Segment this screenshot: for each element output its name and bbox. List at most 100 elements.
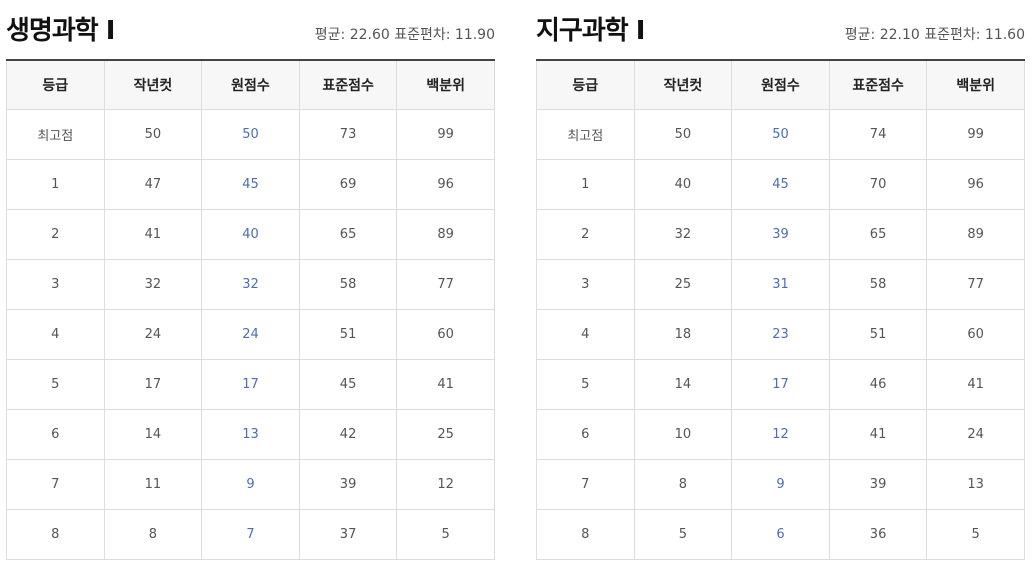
standard-score-cell: 70 bbox=[828, 159, 928, 210]
percentile-cell: 41 bbox=[926, 359, 1025, 410]
grade-cell: 최고점 bbox=[6, 109, 105, 160]
table-row: 4 24 24 51 60 bbox=[6, 309, 495, 360]
raw-score-cell: 40 bbox=[201, 209, 300, 260]
grade-cell: 1 bbox=[6, 159, 105, 210]
biology-panel-header: 생명과학 Ⅰ 평균: 22.60 표준편차: 11.90 bbox=[6, 0, 495, 58]
table-row: 최고점 50 50 74 99 bbox=[536, 109, 1025, 160]
raw-score-cell: 7 bbox=[201, 509, 300, 560]
last-year-cut-cell: 32 bbox=[633, 209, 733, 260]
percentile-cell: 89 bbox=[396, 209, 495, 260]
last-year-cut-cell: 8 bbox=[633, 459, 733, 510]
table-row: 5 17 17 45 41 bbox=[6, 359, 495, 410]
standard-score-cell: 69 bbox=[298, 159, 398, 210]
grade-cell: 6 bbox=[536, 409, 635, 460]
percentile-cell: 77 bbox=[396, 259, 495, 310]
standard-score-cell: 74 bbox=[828, 109, 928, 160]
standard-score-cell: 65 bbox=[828, 209, 928, 260]
standard-score-cell: 51 bbox=[298, 309, 398, 360]
standard-score-cell: 42 bbox=[298, 409, 398, 460]
last-year-cut-cell: 40 bbox=[633, 159, 733, 210]
standard-score-cell: 46 bbox=[828, 359, 928, 410]
raw-score-cell: 13 bbox=[201, 409, 300, 460]
biology-grade-table: 등급 작년컷 원점수 표준점수 백분위 최고점 50 50 73 99 1 47 45 69 96… bbox=[6, 59, 495, 560]
percentile-cell: 60 bbox=[926, 309, 1025, 360]
raw-score-cell: 17 bbox=[731, 359, 830, 410]
table-row: 1 47 45 69 96 bbox=[6, 159, 495, 210]
percentile-cell: 99 bbox=[396, 109, 495, 160]
table-row: 3 32 32 58 77 bbox=[6, 259, 495, 310]
table-header-row: 등급 작년컷 원점수 표준점수 백분위 bbox=[536, 59, 1025, 110]
col-header-grade: 등급 bbox=[536, 59, 635, 110]
last-year-cut-cell: 50 bbox=[633, 109, 733, 160]
biology-stats-text: 평균: 22.60 표준편차: 11.90 bbox=[314, 27, 495, 43]
raw-score-cell: 12 bbox=[731, 409, 830, 460]
raw-score-cell: 24 bbox=[201, 309, 300, 360]
page: 생명과학 Ⅰ 평균: 22.60 표준편차: 11.90 등급 작년컷 원점수 … bbox=[0, 0, 1032, 567]
grade-cell: 6 bbox=[6, 409, 105, 460]
percentile-cell: 60 bbox=[396, 309, 495, 360]
last-year-cut-cell: 47 bbox=[103, 159, 203, 210]
percentile-cell: 12 bbox=[396, 459, 495, 510]
last-year-cut-cell: 25 bbox=[633, 259, 733, 310]
standard-score-cell: 37 bbox=[298, 509, 398, 560]
col-header-last-year-cut: 작년컷 bbox=[103, 59, 203, 110]
last-year-cut-cell: 32 bbox=[103, 259, 203, 310]
grade-cell: 7 bbox=[536, 459, 635, 510]
percentile-cell: 24 bbox=[926, 409, 1025, 460]
raw-score-cell: 32 bbox=[201, 259, 300, 310]
raw-score-cell: 45 bbox=[201, 159, 300, 210]
table-row: 8 8 7 37 5 bbox=[6, 509, 495, 560]
table-row: 3 25 31 58 77 bbox=[536, 259, 1025, 310]
grade-cell: 1 bbox=[536, 159, 635, 210]
table-row: 6 14 13 42 25 bbox=[6, 409, 495, 460]
standard-score-cell: 65 bbox=[298, 209, 398, 260]
table-row: 4 18 23 51 60 bbox=[536, 309, 1025, 360]
grade-cell: 3 bbox=[536, 259, 635, 310]
raw-score-cell: 45 bbox=[731, 159, 830, 210]
grade-cell: 7 bbox=[6, 459, 105, 510]
earth-science-panel-header: 지구과학 Ⅰ 평균: 22.10 표준편차: 11.60 bbox=[536, 0, 1025, 58]
grade-cell: 4 bbox=[6, 309, 105, 360]
percentile-cell: 89 bbox=[926, 209, 1025, 260]
table-row: 7 11 9 39 12 bbox=[6, 459, 495, 510]
col-header-raw-score: 원점수 bbox=[201, 59, 300, 110]
earth-science-stats: 평균: 22.10 표준편차: 11.60 bbox=[845, 24, 1025, 44]
raw-score-cell: 31 bbox=[731, 259, 830, 310]
table-row: 최고점 50 50 73 99 bbox=[6, 109, 495, 160]
col-header-grade: 등급 bbox=[6, 59, 105, 110]
table-header-row: 등급 작년컷 원점수 표준점수 백분위 bbox=[6, 59, 495, 110]
col-header-standard-score: 표준점수 bbox=[828, 59, 928, 110]
table-row: 1 40 45 70 96 bbox=[536, 159, 1025, 210]
standard-score-cell: 73 bbox=[298, 109, 398, 160]
col-header-standard-score: 표준점수 bbox=[298, 59, 398, 110]
table-row: 2 41 40 65 89 bbox=[6, 209, 495, 260]
last-year-cut-cell: 14 bbox=[103, 409, 203, 460]
grade-cell: 8 bbox=[6, 509, 105, 560]
raw-score-cell: 23 bbox=[731, 309, 830, 360]
grade-cell: 2 bbox=[6, 209, 105, 260]
table-row: 7 8 9 39 13 bbox=[536, 459, 1025, 510]
grade-cell: 8 bbox=[536, 509, 635, 560]
last-year-cut-cell: 5 bbox=[633, 509, 733, 560]
grade-cell: 최고점 bbox=[536, 109, 635, 160]
standard-score-cell: 36 bbox=[828, 509, 928, 560]
biology-stats: 평균: 22.60 표준편차: 11.90 bbox=[315, 24, 495, 44]
percentile-cell: 99 bbox=[926, 109, 1025, 160]
standard-score-cell: 41 bbox=[828, 409, 928, 460]
col-header-percentile: 백분위 bbox=[396, 59, 495, 110]
earth-science-panel: 지구과학 Ⅰ 평균: 22.10 표준편차: 11.60 등급 작년컷 원점수 … bbox=[536, 0, 1025, 560]
grade-cell: 2 bbox=[536, 209, 635, 260]
raw-score-cell: 50 bbox=[731, 109, 830, 160]
grade-cell: 5 bbox=[536, 359, 635, 410]
standard-score-cell: 45 bbox=[298, 359, 398, 410]
raw-score-cell: 6 bbox=[731, 509, 830, 560]
table-row: 2 32 39 65 89 bbox=[536, 209, 1025, 260]
standard-score-cell: 51 bbox=[828, 309, 928, 360]
last-year-cut-cell: 14 bbox=[633, 359, 733, 410]
raw-score-cell: 17 bbox=[201, 359, 300, 410]
last-year-cut-cell: 41 bbox=[103, 209, 203, 260]
percentile-cell: 77 bbox=[926, 259, 1025, 310]
col-header-percentile: 백분위 bbox=[926, 59, 1025, 110]
last-year-cut-cell: 24 bbox=[103, 309, 203, 360]
earth-science-grade-table: 등급 작년컷 원점수 표준점수 백분위 최고점 50 50 74 99 1 40 45 70 96… bbox=[536, 59, 1025, 560]
